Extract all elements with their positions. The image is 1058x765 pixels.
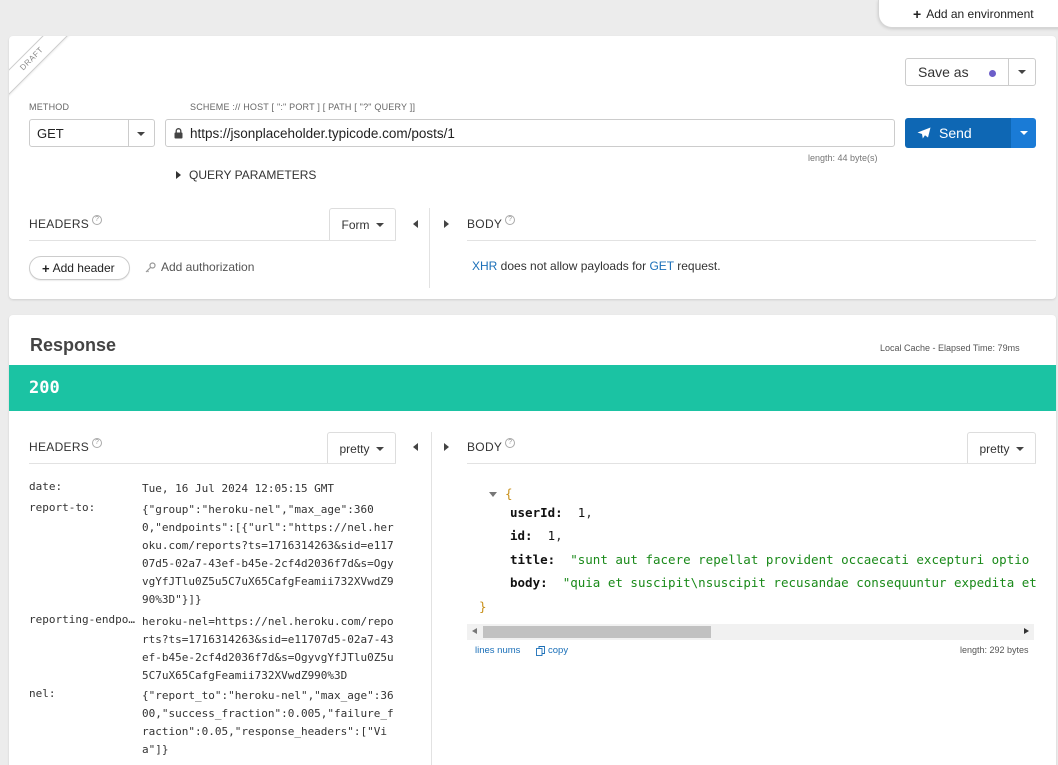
get-link[interactable]: GET [649, 259, 673, 273]
send-icon [917, 127, 931, 139]
xhr-link[interactable]: XHR [472, 259, 497, 273]
response-body-title: BODY? [467, 438, 516, 454]
header-key: nel: [29, 687, 56, 700]
json-close-brace: } [479, 599, 487, 614]
copy-label: copy [548, 645, 569, 656]
url-format-label: SCHEME :// HOST [ ":" PORT ] [ PATH [ "?… [190, 102, 416, 112]
collapse-left-icon[interactable] [413, 220, 418, 228]
response-panel: Response Local Cache - Elapsed Time: 79m… [9, 315, 1056, 765]
horizontal-scrollbar[interactable] [467, 624, 1034, 640]
scroll-left-icon[interactable] [472, 628, 477, 634]
header-key: report-to: [29, 501, 96, 514]
headers-mode-label: Form [341, 217, 370, 232]
lines-nums-toggle[interactable]: lines nums [475, 645, 520, 656]
json-field: id: 1, [510, 528, 563, 543]
add-header-button[interactable]: + Add header [29, 256, 130, 280]
json-field: userId: 1, [510, 505, 593, 520]
body-note: XHR does not allow payloads for GET requ… [472, 259, 721, 273]
add-environment-label: Add an environment [926, 6, 1034, 21]
chevron-down-icon [1018, 70, 1026, 74]
url-input[interactable]: https://jsonplaceholder.typicode.com/pos… [165, 119, 895, 147]
scrollbar-thumb[interactable] [483, 626, 711, 638]
chevron-down-icon [1019, 131, 1028, 135]
url-length: length: 44 byte(s) [808, 153, 878, 163]
response-timing: Local Cache - Elapsed Time: 79ms [880, 343, 1020, 353]
url-value: https://jsonplaceholder.typicode.com/pos… [190, 125, 455, 141]
help-icon: ? [505, 215, 516, 225]
response-body-mode-label: pretty [979, 441, 1010, 456]
header-key: reporting-endpo… [29, 613, 135, 626]
response-body-mode-dropdown[interactable]: pretty [967, 432, 1036, 464]
collapse-left-icon[interactable] [413, 443, 418, 451]
json-viewer: { userId: 1, id: 1, title: "sunt aut fac… [467, 475, 1036, 623]
copy-icon [536, 645, 545, 656]
request-panel: DRAFT Save as METHOD SCHEME :// HOST [ "… [9, 36, 1056, 299]
response-title: Response [30, 335, 117, 355]
add-environment-button[interactable]: + Add an environment [878, 0, 1058, 28]
save-as-button[interactable]: Save as [905, 58, 1009, 86]
plus-icon: + [913, 5, 922, 22]
status-code: 200 [29, 378, 60, 398]
request-body-title: BODY? [467, 215, 516, 231]
response-headers-title: HEADERS? [29, 438, 103, 454]
response-headers-mode-label: pretty [339, 441, 370, 456]
send-options-dropdown[interactable] [1011, 118, 1036, 148]
send-button[interactable]: Send [905, 118, 1011, 148]
chevron-down-icon [375, 222, 384, 227]
json-open-brace: { [505, 486, 513, 501]
lock-icon [174, 128, 183, 139]
add-authorization-button[interactable]: Add authorization [145, 260, 254, 274]
plus-icon: + [42, 260, 50, 276]
draft-ribbon: DRAFT [9, 36, 71, 98]
add-authorization-label: Add authorization [161, 260, 255, 274]
chevron-down-icon [1015, 446, 1024, 451]
header-key: date: [29, 480, 63, 493]
headers-mode-dropdown[interactable]: Form [329, 208, 396, 240]
key-icon [145, 261, 156, 272]
copy-button[interactable]: copy [536, 645, 568, 656]
method-label: METHOD [29, 102, 70, 112]
collapse-json-icon[interactable] [489, 492, 497, 497]
save-options-dropdown[interactable] [1008, 58, 1036, 86]
query-parameters-label: QUERY PARAMETERS [189, 168, 317, 182]
response-headers-mode-dropdown[interactable]: pretty [327, 432, 396, 464]
chevron-down-icon [375, 446, 384, 451]
scroll-right-icon[interactable] [1024, 628, 1029, 634]
status-bar: 200 [9, 365, 1056, 411]
method-value: GET [37, 125, 64, 141]
method-select[interactable]: GET [29, 119, 155, 147]
help-icon: ? [505, 438, 516, 448]
collapse-right-icon[interactable] [444, 220, 449, 228]
collapse-right-icon[interactable] [444, 443, 449, 451]
expand-icon [176, 171, 181, 179]
header-value: {"group":"heroku-nel","max_age":3600,"en… [142, 503, 394, 606]
body-length: length: 292 bytes [960, 645, 1029, 655]
header-value: {"report_to":"heroku-nel","max_age":3600… [142, 689, 394, 756]
header-value: heroku-nel=https://nel.heroku.com/report… [142, 615, 394, 682]
help-icon: ? [92, 215, 103, 225]
add-header-label: Add header [52, 261, 115, 275]
chevron-down-icon [137, 132, 145, 136]
query-parameters-toggle[interactable]: QUERY PARAMETERS [176, 168, 316, 182]
help-icon: ? [92, 438, 103, 448]
request-headers-title: HEADERS? [29, 215, 103, 231]
json-field: body: "quia et suscipit\nsuscipit recusa… [510, 575, 1036, 590]
json-field: title: "sunt aut facere repellat provide… [510, 552, 1036, 567]
save-as-label: Save as [918, 64, 969, 80]
send-label: Send [939, 125, 972, 141]
unsaved-dot-icon [989, 70, 996, 77]
header-value: Tue, 16 Jul 2024 12:05:15 GMT [142, 482, 335, 495]
